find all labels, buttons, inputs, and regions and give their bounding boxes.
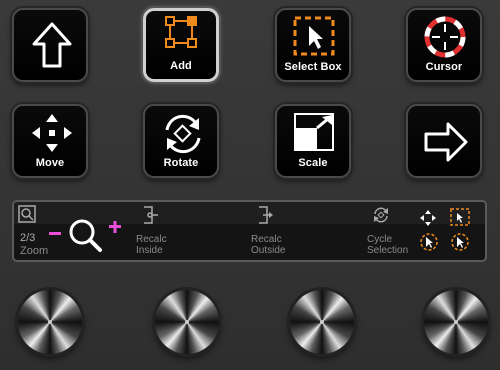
right-arrow-icon — [408, 106, 480, 162]
move-button[interactable]: Move — [12, 104, 88, 178]
cycle-selection-slot[interactable]: Cycle Selection — [367, 202, 485, 260]
knob-3[interactable] — [290, 290, 354, 354]
select-box-label: Select Box — [284, 61, 342, 73]
display-screen: 2/3 Zoom Recalc Inside Recalc Outside Cy… — [12, 200, 487, 262]
knob-4[interactable] — [424, 290, 488, 354]
recalc-inside-label: Recalc Inside — [136, 234, 167, 256]
up-arrow-icon — [14, 10, 86, 68]
zoom-slot[interactable]: 2/3 Zoom — [14, 202, 132, 260]
scale-button[interactable]: Scale — [275, 104, 351, 178]
right-arrow-button[interactable] — [406, 104, 482, 178]
add-vertex-icon — [146, 11, 216, 67]
move-label: Move — [35, 157, 65, 169]
magnifier-icon — [66, 216, 106, 260]
knob-2[interactable] — [155, 290, 219, 354]
scale-label: Scale — [298, 157, 328, 169]
recalc-outside-slot[interactable]: Recalc Outside — [251, 202, 361, 260]
knob-1[interactable] — [18, 290, 82, 354]
zoom-plus-icon — [108, 220, 122, 239]
rotate-button[interactable]: Rotate — [143, 104, 219, 178]
rotate-label: Rotate — [163, 157, 199, 169]
recalc-inside-slot[interactable]: Recalc Inside — [136, 202, 246, 260]
cursor-label: Cursor — [425, 61, 463, 73]
recalc-outside-icon — [255, 205, 275, 230]
zoom-label: Zoom — [20, 245, 49, 257]
add-button[interactable]: Add — [143, 8, 219, 82]
move-arrows-icon — [14, 106, 86, 162]
rotate-icon — [145, 106, 217, 162]
cursor-button[interactable]: Cursor — [406, 8, 482, 82]
add-label: Add — [170, 60, 192, 72]
mini-tool-icons — [417, 208, 485, 260]
cursor-target-icon — [408, 10, 480, 66]
zoom-minus-icon — [48, 224, 62, 242]
page-indicator: 2/3 — [20, 232, 36, 244]
recalc-inside-icon — [140, 205, 160, 230]
recalc-outside-label: Recalc Outside — [251, 234, 286, 256]
select-box-icon — [277, 10, 349, 66]
cycle-selection-icon — [371, 205, 391, 230]
up-arrow-button[interactable] — [12, 8, 88, 82]
cycle-selection-label: Cycle Selection — [367, 234, 409, 256]
zoom-mode-icon — [18, 205, 36, 228]
select-box-button[interactable]: Select Box — [275, 8, 351, 82]
scale-icon — [277, 106, 349, 162]
